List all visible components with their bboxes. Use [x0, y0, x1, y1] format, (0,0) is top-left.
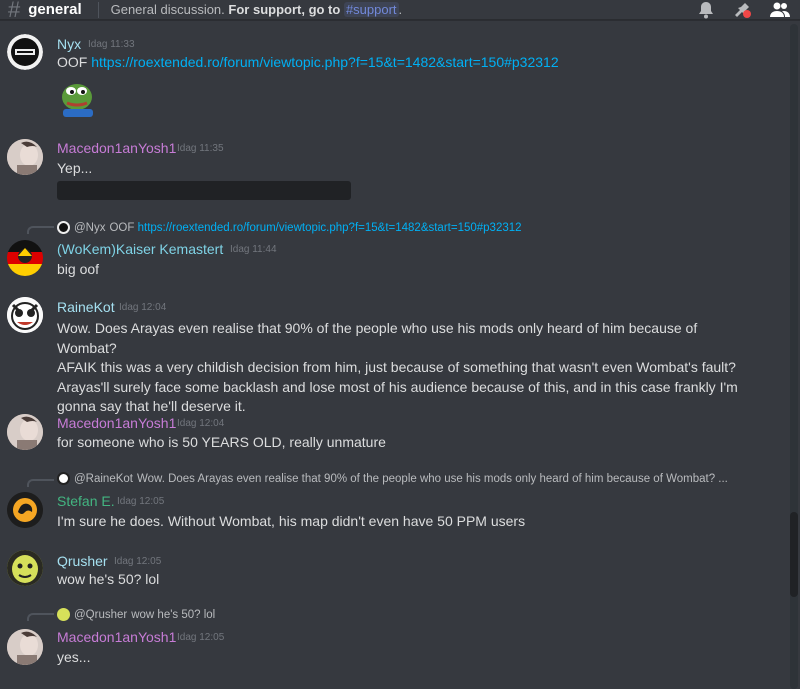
reply-text: wow he's 50? lol	[131, 608, 216, 621]
header-toolbar	[698, 0, 790, 20]
timestamp: Idag 11:44	[230, 244, 277, 255]
message-item: @Nyx OOF https://roextended.ro/forum/vie…	[0, 217, 788, 297]
timestamp: Idag 12:04	[119, 302, 167, 313]
avatar[interactable]	[7, 240, 43, 276]
message-text: Yep...	[57, 160, 93, 176]
avatar[interactable]	[7, 414, 43, 450]
message-text: yes...	[57, 649, 91, 665]
pin-icon[interactable]	[732, 1, 752, 19]
reply-connector	[27, 226, 54, 234]
bell-icon[interactable]	[698, 1, 714, 19]
reply-preview[interactable]: @Qrusher wow he's 50? lol	[57, 608, 215, 621]
channel-header: # general General discussion. For suppor…	[0, 0, 800, 20]
message-text: for someone who is 50 YEARS OLD, really …	[57, 434, 386, 450]
reply-author[interactable]: @RaineKot	[74, 473, 133, 485]
reply-preview[interactable]: @RaineKot Wow. Does Arayas even realise …	[57, 472, 728, 485]
timestamp: Idag 11:33	[88, 39, 135, 50]
message-list[interactable]: Nyx Idag 11:33 OOF https://roextended.ro…	[0, 24, 788, 689]
message-item: @RaineKot Wow. Does Arayas even realise …	[0, 470, 788, 550]
reply-avatar	[57, 472, 70, 485]
reply-avatar	[57, 221, 70, 234]
message-item: @Qrusher wow he's 50? lol Macedon1anYosh…	[0, 604, 788, 689]
author-name[interactable]: Macedon1anYosh1	[57, 629, 176, 645]
reply-connector	[27, 479, 54, 487]
scrollbar-thumb[interactable]	[790, 512, 798, 597]
message-line: AFAIK this was a very childish decision …	[57, 359, 736, 375]
message-text: OOF	[57, 54, 92, 70]
avatar[interactable]	[7, 34, 43, 70]
avatar[interactable]	[7, 492, 43, 528]
timestamp: Idag 12:05	[117, 496, 165, 507]
timestamp: Idag 12:05	[177, 632, 225, 643]
channel-topic: General discussion. For support, go to #…	[110, 2, 403, 17]
message-content: Wow. Does Arayas even realise that 90% o…	[57, 319, 757, 417]
author-name[interactable]: Qrusher	[57, 553, 108, 569]
message-text: wow he's 50? lol	[57, 571, 160, 587]
reply-text: Wow. Does Arayas even realise that 90% o…	[136, 472, 728, 485]
reply-preview[interactable]: @Nyx OOF https://roextended.ro/forum/vie…	[57, 221, 522, 234]
message-item: Macedon1anYosh1 Idag 12:04 for someone w…	[0, 412, 788, 472]
spoiler-block[interactable]	[57, 181, 351, 200]
topic-prefix: General discussion.	[110, 2, 225, 17]
message-item: RaineKot Idag 12:04 Wow. Does Arayas eve…	[0, 297, 788, 417]
reply-link[interactable]: https://roextended.ro/forum/viewtopic.ph…	[138, 222, 522, 234]
message-line: Wow. Does Arayas even realise that 90% o…	[57, 320, 698, 356]
channel-hash-icon: #	[8, 0, 21, 22]
reply-text: OOF	[109, 221, 135, 234]
message-item: Nyx Idag 11:33 OOF https://roextended.ro…	[0, 24, 788, 124]
avatar[interactable]	[7, 550, 43, 586]
message-content: OOF https://roextended.ro/forum/viewtopi…	[57, 53, 757, 73]
timestamp: Idag 12:04	[177, 418, 225, 429]
message-text: big oof	[57, 261, 100, 277]
channel-name: general	[28, 1, 82, 18]
topic-suffix: .	[398, 2, 403, 17]
avatar[interactable]	[7, 297, 43, 333]
timestamp: Idag 12:05	[114, 556, 162, 567]
author-name[interactable]: RaineKot	[57, 299, 115, 315]
header-divider	[97, 1, 99, 18]
message-item: Macedon1anYosh1 Idag 11:35 Yep...	[0, 124, 788, 214]
reply-connector	[27, 613, 54, 621]
topic-bold: For support, go to	[228, 2, 341, 17]
message-item: Qrusher Idag 12:05 wow he's 50? lol	[0, 546, 788, 606]
author-name[interactable]: Macedon1anYosh1	[57, 140, 176, 156]
author-name[interactable]: Macedon1anYosh1	[57, 415, 176, 431]
reply-avatar	[57, 608, 70, 621]
reply-author[interactable]: @Nyx	[74, 222, 105, 234]
members-icon[interactable]	[770, 2, 790, 18]
author-name[interactable]: Nyx	[57, 36, 81, 52]
author-name[interactable]: (WoKem)Kaiser Kemastert	[57, 241, 223, 257]
avatar[interactable]	[7, 629, 43, 665]
message-link[interactable]: https://roextended.ro/forum/viewtopic.ph…	[91, 54, 558, 70]
reply-author[interactable]: @Qrusher	[74, 609, 127, 621]
message-text: I'm sure he does. Without Wombat, his ma…	[57, 513, 526, 529]
author-name[interactable]: Stefan E.	[57, 493, 115, 509]
pepe-emoji-image	[57, 77, 101, 117]
support-channel-link[interactable]: #support	[343, 2, 399, 17]
scrollbar-track[interactable]	[790, 24, 798, 689]
timestamp: Idag 11:35	[177, 143, 224, 154]
message-line: Arayas'll surely face some backlash and …	[57, 378, 738, 395]
avatar[interactable]	[7, 139, 43, 175]
